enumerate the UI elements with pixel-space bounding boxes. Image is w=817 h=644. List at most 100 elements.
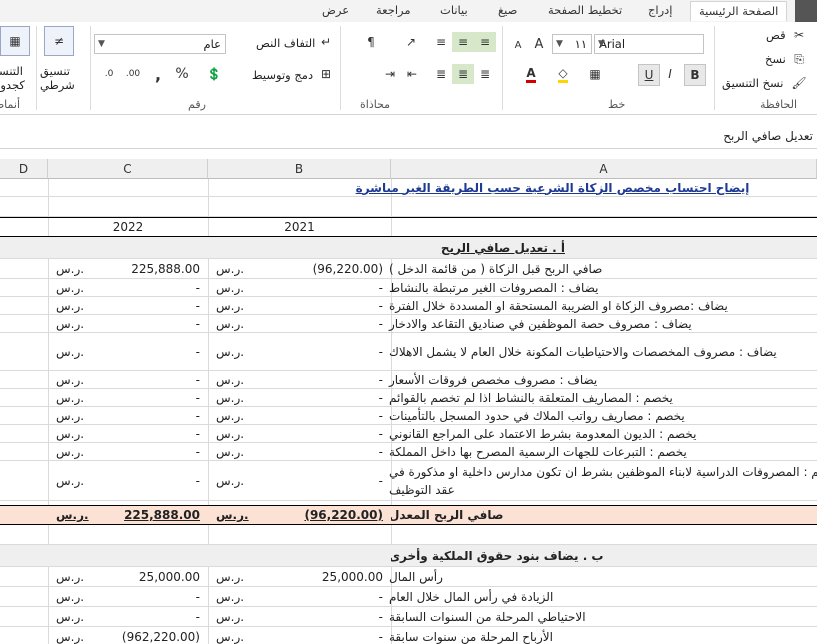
conditional-formatting-button-line2[interactable]: شرطي [40,78,75,92]
value-2021[interactable]: - [208,371,391,388]
orientation-icon[interactable]: ↗ [398,32,424,52]
value-2022[interactable]: 25,000.00 [48,567,208,586]
value-2021[interactable]: - [208,425,391,442]
year-2022[interactable]: 2022 [48,218,208,236]
formula-bar-content[interactable]: تعديل صافي الربح [723,129,813,143]
format-painter-button[interactable]: نسخ التنسيق [722,76,784,90]
align-middle-icon[interactable]: ≡ [452,32,474,52]
row-label[interactable]: الأرباح المرحلة من سنوات سابقة [389,627,817,644]
row-label[interactable]: يضاف : مصروف حصة الموظفين في صناديق التق… [389,315,817,332]
sheet-title[interactable]: إيضاح احتساب مخصص الزكاة الشرعية حسب الط… [208,179,817,196]
row-label[interactable]: يضاف :مصروف الزكاة او الضريبة المستحقة ا… [389,297,817,314]
value-2022[interactable]: - [48,371,208,388]
copy-icon[interactable]: ⎘ [790,50,808,68]
adjusted-value-2021[interactable]: (96,220.00) [208,506,391,524]
row-label[interactable]: يضاف : مصروف مخصص فروقات الأسعار [389,371,817,388]
section-b-title[interactable]: ب . يضاف بنود حقوق الملكية وأخرى [391,545,817,566]
align-left-icon[interactable]: ≣ [430,64,452,84]
adjusted-label[interactable]: صافي الربح المعدل [391,506,817,524]
column-header-d[interactable]: D [0,159,48,179]
row-label[interactable]: الزيادة في رأس المال خلال العام [389,587,817,606]
merge-center-button[interactable]: دمج وتوسيط [252,68,313,82]
copy-button[interactable]: نسخ [765,52,786,66]
value-2022[interactable]: - [48,443,208,460]
text-direction-icon[interactable]: ¶ [358,32,384,52]
grow-font-icon[interactable]: A [530,34,548,54]
column-header-a[interactable]: A [391,159,817,179]
value-2022[interactable]: - [48,407,208,424]
wrap-text-button[interactable]: التفاف النص [256,36,315,50]
row-label[interactable]: يخصم : المصاريف المتعلقة بالنشاط اذا لم … [389,389,817,406]
tab-formulas[interactable]: صيغ [498,3,517,17]
row-label[interactable]: الاحتياطي المرحلة من السنوات السابقة [389,607,817,626]
value-2022[interactable]: - [48,279,208,296]
value-2022[interactable]: 225,888.00 [48,259,208,278]
value-2021[interactable]: - [208,461,391,500]
tab-review[interactable]: مراجعة [376,3,411,17]
font-color-icon[interactable]: A [520,64,542,84]
section-a-title[interactable]: أ . تعديل صافي الربح [391,237,817,258]
value-2021[interactable]: - [208,279,391,296]
borders-icon[interactable]: ▦ [584,64,606,84]
row-label[interactable]: يخصم : مصاريف رواتب الملاك في حدود المسج… [389,407,817,424]
format-as-table-icon[interactable]: ▦ [0,26,30,56]
tab-insert[interactable]: إدراج [648,3,673,17]
conditional-formatting-button[interactable]: تنسيق [40,64,70,78]
italic-button[interactable]: I [660,64,680,84]
value-2021[interactable]: - [208,607,391,626]
row-label[interactable]: يضاف : مصروف المخصصات والاحتياطيات المكو… [389,333,817,370]
column-header-c[interactable]: C [48,159,208,179]
value-2021[interactable]: - [208,407,391,424]
tab-page-layout[interactable]: تخطيط الصفحة [548,3,622,17]
align-bottom-icon[interactable]: ≡ [430,32,452,52]
column-header-b[interactable]: B [208,159,391,179]
decrease-decimal-icon[interactable]: .0 [98,64,120,84]
cut-icon[interactable]: ✂ [790,26,808,44]
value-2021[interactable]: - [208,587,391,606]
value-2022[interactable]: - [48,315,208,332]
value-2021[interactable]: - [208,443,391,460]
worksheet-grid[interactable]: D C B A إيضاح احتساب مخصص الزكاة الشرعية… [0,159,817,644]
increase-decimal-icon[interactable]: .00 [122,64,144,84]
format-as-table-button-line2[interactable]: كجدول [0,78,25,92]
value-2022[interactable]: - [48,425,208,442]
value-2022[interactable]: - [48,587,208,606]
tab-view[interactable]: عرض [322,3,349,17]
shrink-font-icon[interactable]: A [510,36,526,54]
value-2022[interactable]: (962,220.00) [48,627,208,644]
increase-indent-icon[interactable]: ⇥ [380,64,400,84]
bold-button[interactable]: B [684,64,706,86]
number-format-dropdown[interactable]: عام ▼ [94,34,226,54]
value-2022[interactable]: - [48,607,208,626]
value-2021[interactable]: - [208,627,391,644]
format-as-table-button[interactable]: التنسيق [0,64,23,78]
tab-home[interactable]: الصفحة الرئيسية [690,1,788,21]
conditional-formatting-icon[interactable]: ≠ [44,26,74,56]
font-size-dropdown[interactable]: ١١ ▼ [552,34,592,54]
value-2021[interactable]: 25,000.00 [208,567,391,586]
formula-bar[interactable]: تعديل صافي الربح [0,124,817,149]
value-2022[interactable]: - [48,461,208,500]
align-top-icon[interactable]: ≡ [474,32,496,52]
adjusted-value-2022[interactable]: 225,888.00 [48,506,208,524]
value-2022[interactable]: - [48,297,208,314]
value-2021[interactable]: - [208,333,391,370]
accounting-format-icon[interactable]: 💲 [202,64,226,84]
underline-button[interactable]: U [638,64,660,86]
cut-button[interactable]: قص [766,28,786,42]
align-center-icon[interactable]: ≣ [452,64,474,84]
value-2021[interactable]: - [208,389,391,406]
row-label[interactable]: صافي الربح قبل الزكاة ( من قائمة الدخل ) [389,259,817,278]
value-2022[interactable]: - [48,333,208,370]
tab-data[interactable]: بيانات [440,3,468,17]
format-painter-icon[interactable]: 🖌 [790,74,808,92]
font-name-dropdown[interactable]: Arial ▼ [594,34,704,54]
decrease-indent-icon[interactable]: ⇤ [402,64,422,84]
value-2022[interactable]: - [48,389,208,406]
year-2021[interactable]: 2021 [208,218,391,236]
fill-color-icon[interactable]: ◇ [552,64,574,84]
row-label[interactable]: يخصم : الديون المعدومة بشرط الاعتماد على… [389,425,817,442]
row-label[interactable]: يضاف : المصروفات الغير مرتبطة بالنشاط [389,279,817,296]
value-2021[interactable]: (96,220.00) [208,259,391,278]
percent-button[interactable]: % [172,64,192,84]
